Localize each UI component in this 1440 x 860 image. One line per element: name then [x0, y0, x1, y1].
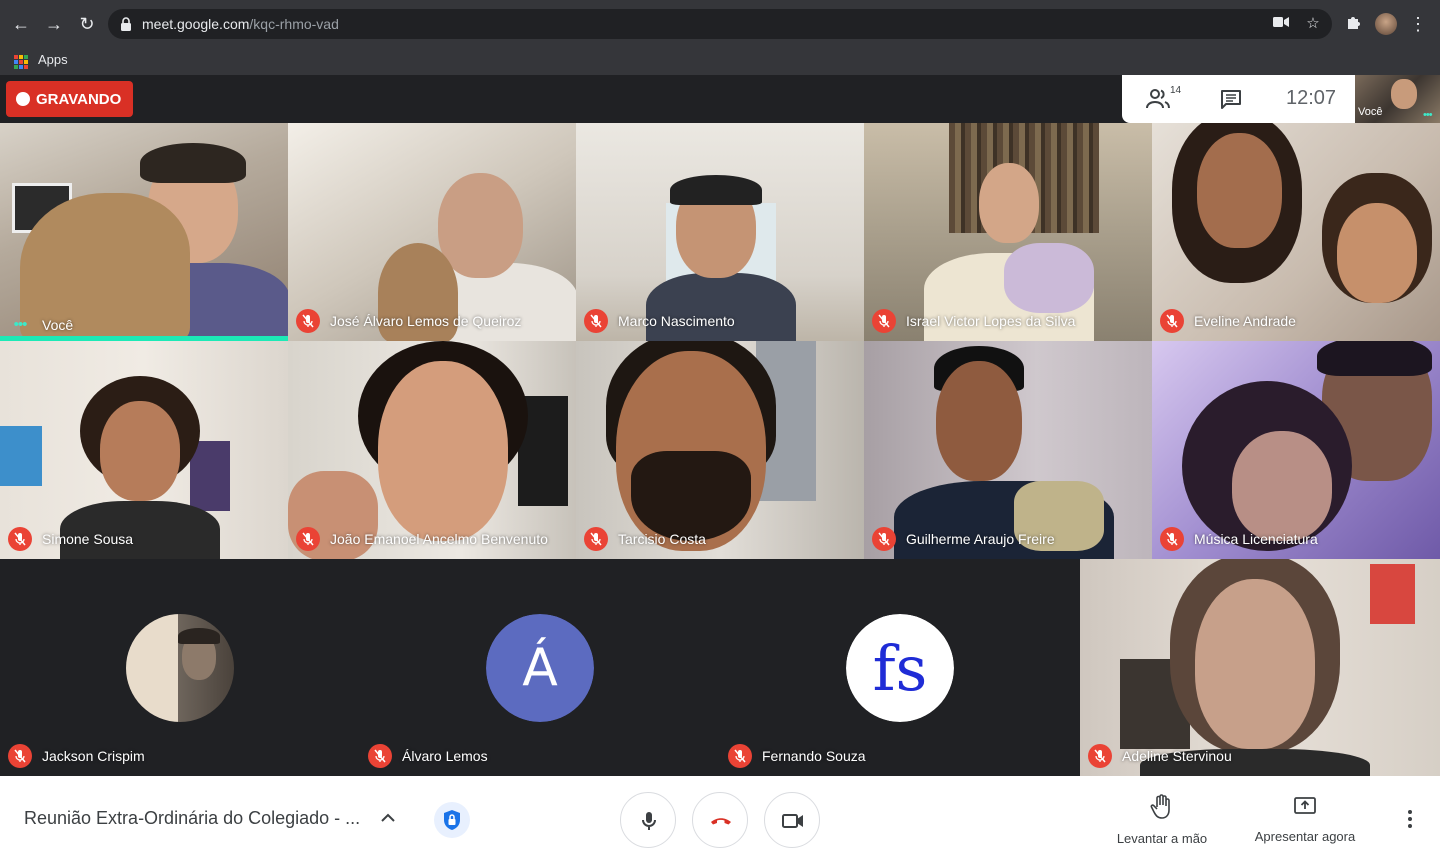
raise-hand-icon [1150, 794, 1170, 819]
chat-icon[interactable] [1220, 89, 1242, 109]
participant-name: João Emanoel Ancelmo Benvenuto [330, 531, 548, 547]
chevron-up-icon[interactable] [378, 808, 398, 828]
shield-lock-icon [444, 810, 460, 830]
participant-name: Tarcisio Costa [618, 531, 706, 547]
address-bar[interactable]: meet.google.com/kqc-rhmo-vad ☆ [108, 9, 1332, 39]
participant-name: Jackson Crispim [42, 748, 145, 764]
raise-hand-label: Levantar a mão [1116, 831, 1208, 846]
recording-dot-icon [16, 92, 30, 106]
mic-off-icon [1160, 527, 1184, 551]
security-shield-button[interactable] [434, 802, 470, 838]
meet-top-bar: GRAVANDO 14 12:07 Você ••• [0, 75, 1440, 123]
participant-tile[interactable]: Música Licenciatura [1152, 341, 1440, 559]
participant-tile[interactable]: Israel Victor Lopes da Silva [864, 123, 1152, 341]
mic-off-icon [728, 744, 752, 768]
lock-icon [121, 17, 131, 31]
camera-in-use-icon[interactable] [1272, 15, 1290, 33]
browser-toolbar: ← → ↻ meet.google.com/kqc-rhmo-vad ☆ ⋮ [0, 0, 1440, 48]
mic-off-icon [8, 744, 32, 768]
apps-bookmark[interactable]: Apps [38, 52, 68, 67]
apps-grid-icon[interactable] [14, 55, 28, 69]
participant-avatar: Á [486, 614, 594, 722]
self-speaking-dots-icon: ••• [1423, 109, 1433, 121]
leave-call-button[interactable] [692, 792, 748, 848]
participant-avatar: fs [846, 614, 954, 722]
meeting-info-panel: 14 12:07 [1122, 75, 1355, 123]
speaking-indicator-icon: ••• [13, 316, 28, 333]
recording-badge[interactable]: GRAVANDO [6, 81, 134, 117]
meeting-controls-bar: Reunião Extra-Ordinária do Colegiado - .… [0, 776, 1440, 860]
mic-off-icon [1088, 744, 1112, 768]
participant-tile[interactable]: Á Álvaro Lemos [360, 559, 720, 776]
camera-button[interactable] [764, 792, 820, 848]
reload-icon[interactable]: ↻ [75, 12, 99, 36]
participant-name: Fernando Souza [762, 748, 866, 764]
extensions-puzzle-icon[interactable] [1342, 12, 1366, 36]
participants-count: 14 [1170, 85, 1182, 96]
participant-name: Música Licenciatura [1194, 531, 1318, 547]
meeting-clock: 12:07 [1286, 87, 1337, 109]
bookmark-star-icon[interactable]: ☆ [1304, 15, 1322, 33]
participant-name: Guilherme Araujo Freire [906, 531, 1055, 547]
browser-menu-icon[interactable]: ⋮ [1406, 12, 1430, 36]
participant-tile[interactable]: Tarcisio Costa [576, 341, 864, 559]
participant-tile[interactable]: Simone Sousa [0, 341, 288, 559]
microphone-button[interactable] [620, 792, 676, 848]
participant-tile[interactable]: ••• Você [0, 123, 288, 341]
participant-tile[interactable]: Marco Nascimento [576, 123, 864, 341]
participant-tile[interactable]: fs Fernando Souza [720, 559, 1080, 776]
avatar-text: fs [846, 614, 954, 722]
participant-tile[interactable]: José Álvaro Lemos de Queiroz [288, 123, 576, 341]
participant-name: Você [42, 316, 74, 333]
participant-tile[interactable]: Jackson Crispim [0, 559, 360, 776]
hang-up-icon [711, 818, 731, 825]
mic-off-icon [872, 527, 896, 551]
mic-off-icon [584, 309, 608, 333]
participant-tile[interactable]: Guilherme Araujo Freire [864, 341, 1152, 559]
more-options-icon[interactable] [1400, 808, 1420, 830]
mic-off-icon [1160, 309, 1184, 333]
profile-avatar[interactable] [1375, 13, 1397, 35]
mic-off-icon [8, 527, 32, 551]
present-screen-icon [1294, 797, 1316, 814]
self-view-thumbnail[interactable]: Você ••• [1355, 75, 1440, 123]
bookmarks-bar: Apps [0, 48, 1440, 75]
participant-tile[interactable]: Eveline Andrade [1152, 123, 1440, 341]
present-now-label: Apresentar agora [1254, 829, 1356, 844]
url-text: meet.google.com/kqc-rhmo-vad [142, 16, 339, 32]
avatar-letter: Á [486, 614, 594, 722]
participant-avatar [126, 614, 234, 722]
meeting-title[interactable]: Reunião Extra-Ordinária do Colegiado - .… [24, 808, 360, 829]
forward-arrow-icon[interactable]: → [42, 12, 66, 36]
self-view-label: Você [1358, 106, 1383, 118]
mic-off-icon [872, 309, 896, 333]
mic-off-icon [368, 744, 392, 768]
back-arrow-icon[interactable]: ← [9, 12, 33, 36]
mic-off-icon [584, 527, 608, 551]
participant-tile[interactable]: João Emanoel Ancelmo Benvenuto [288, 341, 576, 559]
microphone-icon [642, 812, 656, 830]
participant-name: Adeline Stervinou [1122, 748, 1232, 764]
participant-name: José Álvaro Lemos de Queiroz [330, 313, 522, 329]
video-camera-icon [782, 814, 803, 828]
people-icon[interactable] [1146, 88, 1172, 110]
present-now-button[interactable]: Apresentar agora [1245, 794, 1365, 844]
participant-name: Eveline Andrade [1194, 313, 1296, 329]
participant-name: Marco Nascimento [618, 313, 735, 329]
raise-hand-button[interactable]: Levantar a mão [1102, 794, 1222, 846]
participant-name: Israel Victor Lopes da Silva [906, 313, 1076, 329]
participant-name: Álvaro Lemos [402, 748, 488, 764]
mic-off-icon [296, 309, 320, 333]
participant-name: Simone Sousa [42, 531, 134, 547]
participant-tile[interactable]: Adeline Stervinou [1080, 559, 1440, 776]
mic-off-icon [296, 527, 320, 551]
